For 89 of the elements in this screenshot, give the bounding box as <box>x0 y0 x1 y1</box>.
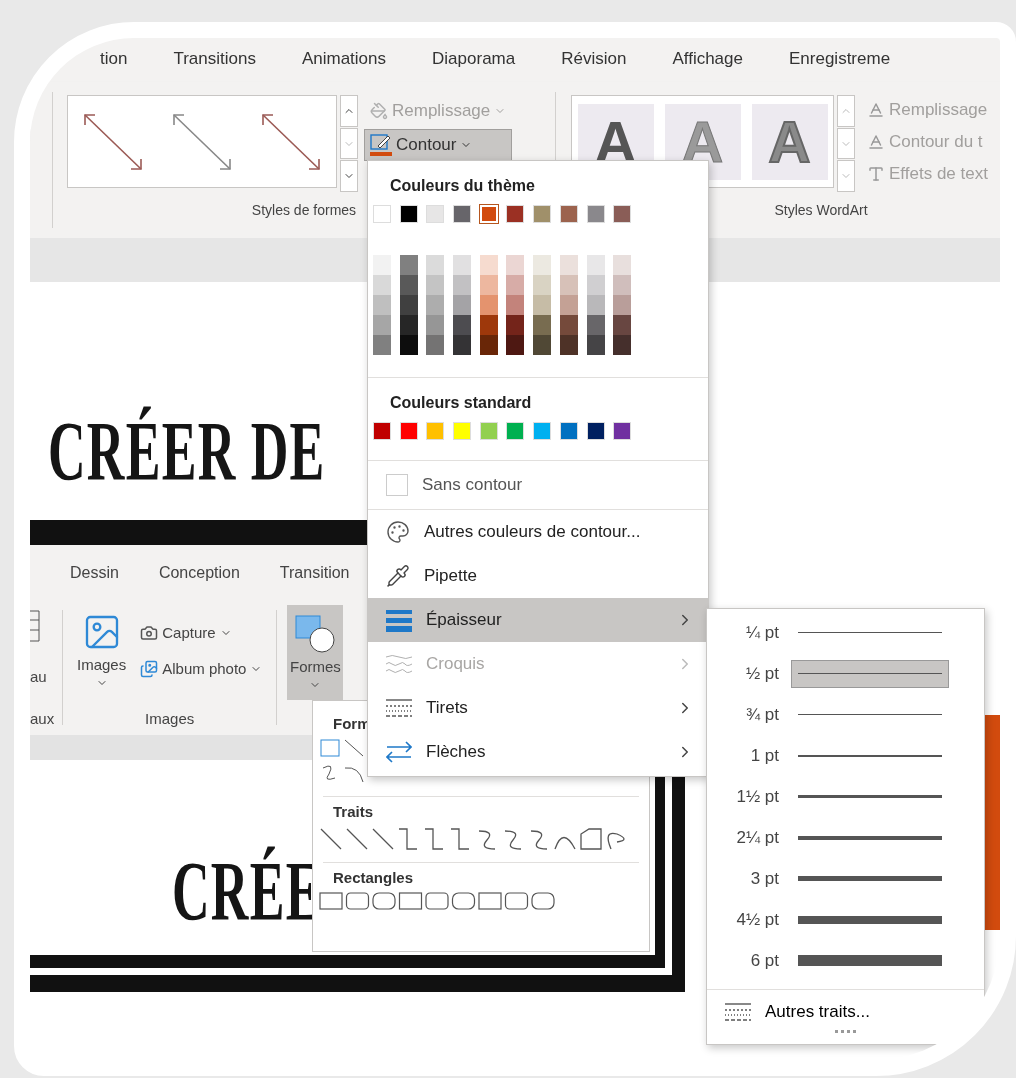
group-label: Styles de formes <box>251 202 357 218</box>
resize-grip-icon[interactable] <box>834 1030 857 1034</box>
shapes-icon <box>294 614 337 654</box>
line-weight-icon <box>386 608 412 632</box>
group-label: Styles WordArt <box>774 202 868 218</box>
camera-icon <box>140 623 159 642</box>
ribbon-tab[interactable]: Dessin <box>70 563 119 582</box>
color-swatch[interactable] <box>586 205 605 223</box>
color-swatch[interactable] <box>506 205 525 223</box>
color-shades[interactable] <box>399 255 418 355</box>
menu-item[interactable]: 3 pt <box>707 858 984 899</box>
shapes-button[interactable]: Formes <box>287 605 344 700</box>
menu-item[interactable]: 4½ pt <box>707 899 984 940</box>
menu-item[interactable]: Pipette <box>368 554 708 598</box>
ribbon-tab[interactable]: Transition <box>279 563 350 582</box>
dashed-lines-icon <box>725 1002 751 1022</box>
color-swatch[interactable] <box>559 205 578 223</box>
ribbon-tab[interactable]: Affichage <box>672 44 743 76</box>
color-swatch[interactable] <box>533 205 552 223</box>
color-shades[interactable] <box>373 255 391 355</box>
menu-item[interactable]: ¼ pt <box>707 612 984 653</box>
shape-style-gallery[interactable] <box>67 95 337 188</box>
section-heading: Traits <box>333 803 375 820</box>
group-label: aux <box>30 710 56 727</box>
color-shades[interactable] <box>479 255 498 355</box>
table-icon <box>30 610 40 642</box>
ribbon-tab[interactable]: Conception <box>158 563 240 582</box>
arrows-icon <box>386 741 412 763</box>
palette-icon <box>386 520 410 544</box>
ribbon-tab[interactable]: tion <box>100 44 128 76</box>
text-effects-icon <box>867 165 885 183</box>
color-swatch[interactable] <box>586 422 605 440</box>
color-swatch[interactable] <box>426 422 445 440</box>
color-swatch[interactable] <box>399 205 418 223</box>
section-heading: Couleurs du thème <box>390 177 536 195</box>
menu-item[interactable]: Épaisseur <box>368 598 708 642</box>
ribbon-tab[interactable]: Transitions <box>173 44 256 76</box>
ribbon-tab[interactable]: Diaporama <box>432 44 516 76</box>
color-shades[interactable] <box>586 255 605 355</box>
more-button[interactable] <box>340 160 358 192</box>
color-swatch[interactable] <box>399 422 418 440</box>
text-underline-icon <box>867 101 885 119</box>
color-swatch[interactable] <box>506 422 525 440</box>
menu-item[interactable]: Sans contour <box>368 461 708 509</box>
button-label[interactable]: au <box>30 667 60 685</box>
color-swatch[interactable] <box>613 205 632 223</box>
color-swatch[interactable] <box>453 422 472 440</box>
checkbox[interactable] <box>386 474 408 496</box>
menu-item[interactable]: Flèches <box>368 730 708 774</box>
ribbon-tab[interactable]: Enregistreme <box>789 44 891 76</box>
color-shades[interactable] <box>613 255 632 355</box>
eyedropper-icon <box>386 564 410 588</box>
images-button[interactable]: Images <box>73 610 131 691</box>
album-button[interactable]: Album photo <box>136 657 267 680</box>
color-swatch[interactable] <box>479 422 498 440</box>
text-underline-icon <box>867 133 885 151</box>
group-label: Images <box>145 710 195 727</box>
color-swatch[interactable] <box>559 422 578 440</box>
color-shades[interactable] <box>453 255 472 355</box>
color-swatch[interactable] <box>613 422 632 440</box>
section-heading: Couleurs standard <box>390 394 533 412</box>
menu-item[interactable]: 2¼ pt <box>707 817 984 858</box>
color-swatch[interactable] <box>426 205 445 223</box>
capture-button[interactable]: Capture <box>136 621 267 644</box>
color-shades[interactable] <box>559 255 578 355</box>
photo-album-icon <box>140 659 159 678</box>
color-swatch[interactable] <box>453 205 472 223</box>
color-shades[interactable] <box>426 255 445 355</box>
ribbon-tab[interactable]: Révision <box>561 44 627 76</box>
sketch-line-icon <box>386 654 412 674</box>
menu-item[interactable]: 1 pt <box>707 735 984 776</box>
dashed-lines-icon <box>386 698 412 718</box>
menu-item[interactable]: ¾ pt <box>707 694 984 735</box>
menu-item[interactable]: Autres couleurs de contour... <box>368 510 708 554</box>
color-shades[interactable] <box>533 255 552 355</box>
color-swatch[interactable] <box>533 422 552 440</box>
pen-outline-icon <box>370 134 392 156</box>
section-heading: Rectangles <box>333 869 415 886</box>
menu-item[interactable]: ½ pt <box>707 653 984 694</box>
menu-item[interactable]: 6 pt <box>707 940 984 981</box>
menu-item[interactable]: Tirets <box>368 686 708 730</box>
ribbon-tab[interactable]: Animations <box>301 44 387 76</box>
menu-item[interactable]: Autres traits... <box>707 990 984 1026</box>
menu-item[interactable]: 1½ pt <box>707 776 984 817</box>
paint-bucket-icon <box>370 102 388 120</box>
color-swatch[interactable] <box>373 422 391 440</box>
color-shades[interactable] <box>506 255 525 355</box>
outline-button[interactable]: Contour <box>364 129 513 161</box>
color-swatch[interactable] <box>373 205 391 223</box>
